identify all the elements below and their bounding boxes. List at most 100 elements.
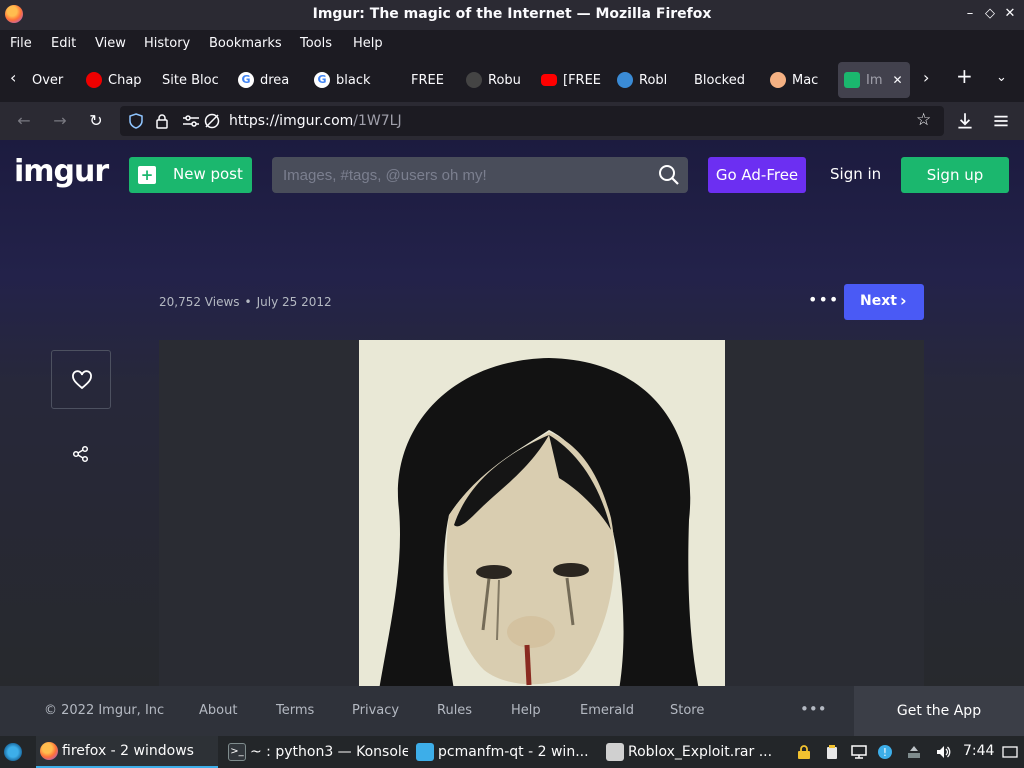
tab-6[interactable]: FREE [411, 62, 451, 98]
app-menu-hamburger-icon[interactable] [990, 110, 1012, 132]
tabs-scroll-right-icon[interactable]: › [923, 68, 929, 87]
notifications-icon[interactable]: ! [877, 744, 893, 760]
redhat-icon [86, 72, 102, 88]
tab-4[interactable]: G drea [238, 62, 296, 98]
tab-1[interactable]: Over [32, 62, 68, 98]
tab-11[interactable]: Mac [770, 62, 828, 98]
new-tab-icon[interactable]: + [956, 64, 973, 88]
tab-label: Mac [792, 72, 819, 88]
close-tab-icon[interactable]: ✕ [893, 73, 903, 87]
imgur-logo[interactable]: imgur [14, 154, 109, 189]
tab-label: Blocked [694, 72, 745, 88]
menu-edit[interactable]: Edit [51, 36, 76, 51]
tab-9[interactable]: Robl [617, 62, 673, 98]
menu-tools[interactable]: Tools [300, 36, 332, 51]
heart-icon [72, 370, 92, 390]
get-the-app-button[interactable]: Get the App [854, 686, 1024, 736]
more-options-icon[interactable]: ••• [808, 290, 839, 309]
menu-file[interactable]: File [10, 36, 32, 51]
google-icon: G [238, 72, 254, 88]
footer-link-about[interactable]: About [199, 703, 237, 718]
forward-arrow-icon[interactable]: → [49, 110, 71, 132]
imgur-footer: © 2022 Imgur, Inc About Terms Privacy Ru… [0, 686, 1024, 736]
bookmark-star-icon[interactable]: ☆ [916, 110, 931, 130]
imgur-icon [844, 72, 860, 88]
network-icon[interactable] [851, 744, 867, 760]
lock-tray-icon[interactable] [796, 744, 812, 760]
clipboard-icon[interactable] [824, 744, 840, 760]
footer-link-emerald[interactable]: Emerald [580, 703, 634, 718]
folder-icon [416, 743, 434, 761]
search-input[interactable] [272, 157, 642, 193]
gear-icon [466, 72, 482, 88]
svg-text:!: ! [883, 746, 887, 759]
taskbar-item-pcmanfm[interactable]: pcmanfm-qt - 2 win... [416, 736, 596, 768]
post-image[interactable] [359, 340, 725, 686]
footer-link-help[interactable]: Help [511, 703, 541, 718]
youtube-icon [541, 74, 557, 86]
menu-bookmarks[interactable]: Bookmarks [209, 36, 282, 51]
url-text[interactable]: https://imgur.com/1W7LJ [229, 113, 402, 129]
reload-icon[interactable]: ↻ [85, 110, 107, 132]
menu-history[interactable]: History [144, 36, 190, 51]
show-desktop-icon[interactable] [1002, 744, 1018, 760]
tab-8[interactable]: [FREE [541, 62, 601, 98]
taskbar-item-konsole[interactable]: >_ ~ : python3 — Konsole [228, 736, 408, 768]
tab-7[interactable]: Robu [466, 62, 524, 98]
taskbar-item-archive[interactable]: Roblox_Exploit.rar ... [606, 736, 786, 768]
volume-icon[interactable] [935, 744, 951, 760]
device-notifier-icon[interactable] [906, 744, 922, 760]
tracking-shield-icon[interactable] [128, 113, 144, 129]
new-post-button[interactable]: + New post [129, 157, 252, 193]
basketball-icon [770, 72, 786, 88]
minimize-button[interactable]: – [961, 5, 979, 23]
footer-link-store[interactable]: Store [670, 703, 704, 718]
tab-imgur-active[interactable]: Im ✕ [838, 62, 910, 98]
meta-separator: • [244, 295, 252, 309]
list-all-tabs-icon[interactable]: ⌄ [996, 70, 1007, 85]
tabs-scroll-left-icon[interactable]: ‹ [10, 68, 16, 87]
downloads-icon[interactable] [954, 110, 976, 132]
taskbar-item-label: firefox - 2 windows [62, 743, 194, 759]
url-bar[interactable]: https://imgur.com/1W7LJ ☆ [120, 106, 944, 136]
permissions-icon[interactable] [182, 114, 200, 128]
tab-3[interactable]: Site Bloc [162, 62, 222, 98]
footer-link-terms[interactable]: Terms [276, 703, 314, 718]
favorite-button[interactable] [51, 350, 111, 409]
close-window-button[interactable]: ✕ [1001, 5, 1019, 23]
sign-up-button[interactable]: Sign up [901, 157, 1009, 193]
chevron-right-icon: › [900, 291, 907, 310]
window-title: Imgur: The magic of the Internet — Mozil… [312, 6, 712, 22]
tab-label: Over [32, 72, 64, 88]
footer-link-rules[interactable]: Rules [437, 703, 472, 718]
maximize-button[interactable]: ◇ [981, 5, 999, 23]
tab-label: Chap [108, 72, 142, 88]
taskbar: firefox - 2 windows >_ ~ : python3 — Kon… [0, 736, 1024, 768]
search-icon[interactable] [658, 164, 680, 186]
imgur-page: imgur + New post Go Ad-Free Sign in Sign… [0, 140, 1024, 686]
url-host: https://imgur.com [229, 113, 354, 129]
taskbar-item-label: ~ : python3 — Konsole [250, 744, 408, 760]
tab-5[interactable]: G black [314, 62, 372, 98]
new-post-label: New post [173, 165, 243, 183]
app-launcher[interactable] [4, 736, 30, 768]
autoplay-blocked-icon[interactable] [204, 113, 220, 129]
go-ad-free-button[interactable]: Go Ad-Free [708, 157, 806, 193]
next-post-button[interactable]: Next › [844, 284, 924, 320]
footer-more-icon[interactable]: ••• [800, 700, 827, 718]
taskbar-item-firefox[interactable]: firefox - 2 windows [36, 736, 218, 768]
footer-copyright: © 2022 Imgur, Inc [44, 703, 165, 718]
tab-10[interactable]: Blocked [694, 62, 750, 98]
launcher-icon [4, 743, 22, 761]
share-icon[interactable] [72, 445, 90, 463]
taskbar-clock[interactable]: 7:44 [963, 743, 994, 759]
sign-in-link[interactable]: Sign in [830, 165, 881, 183]
tab-2[interactable]: Chap [86, 62, 144, 98]
menu-view[interactable]: View [95, 36, 126, 51]
tab-label: Site Bloc [162, 72, 219, 88]
footer-link-privacy[interactable]: Privacy [352, 703, 399, 718]
menu-help[interactable]: Help [353, 36, 383, 51]
back-arrow-icon[interactable]: ← [13, 110, 35, 132]
tab-label: [FREE [563, 72, 601, 88]
lock-icon[interactable] [155, 113, 169, 129]
